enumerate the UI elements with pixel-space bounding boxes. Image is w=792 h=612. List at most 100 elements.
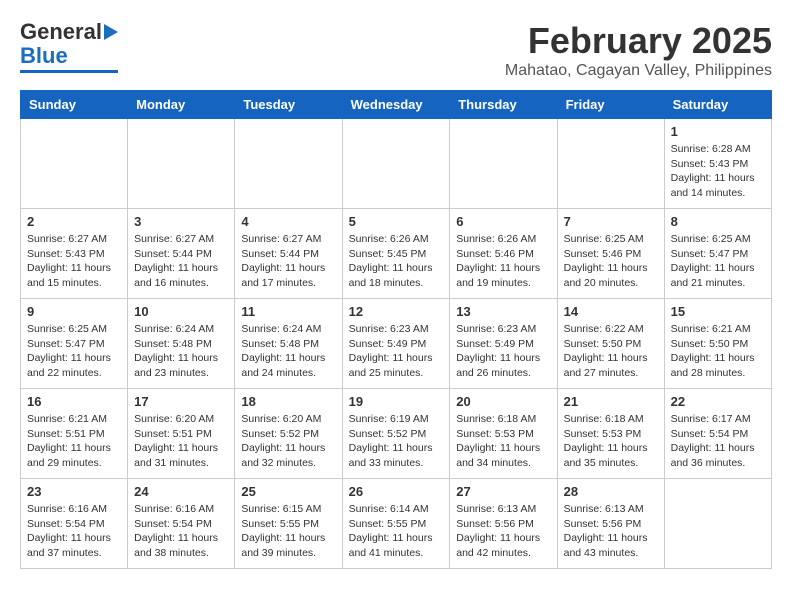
day-cell-14: 14Sunrise: 6:22 AM Sunset: 5:50 PM Dayli… (557, 299, 664, 389)
day-number: 5 (349, 214, 444, 229)
weekday-header-thursday: Thursday (450, 91, 557, 119)
day-info: Sunrise: 6:20 AM Sunset: 5:52 PM Dayligh… (241, 412, 335, 471)
weekday-header-tuesday: Tuesday (235, 91, 342, 119)
day-info: Sunrise: 6:24 AM Sunset: 5:48 PM Dayligh… (241, 322, 335, 381)
week-row-3: 9 Sunrise: 6:25 AM Sunset: 5:47 PM Daylig… (21, 299, 772, 389)
day-info: Sunrise: 6:28 AM Sunset: 5:43 PM Dayligh… (671, 142, 765, 201)
weekday-header-sunday: Sunday (21, 91, 128, 119)
empty-cell (450, 119, 557, 209)
day-info: Sunrise: 6:24 AM Sunset: 5:48 PM Dayligh… (134, 322, 228, 381)
day-number: 23 (27, 484, 121, 499)
day-info: Sunrise: 6:17 AM Sunset: 5:54 PM Dayligh… (671, 412, 765, 471)
day-info: Sunrise: 6:18 AM Sunset: 5:53 PM Dayligh… (564, 412, 658, 471)
day-number: 10 (134, 304, 228, 319)
day-info: Sunrise: 6:21 AM Sunset: 5:51 PM Dayligh… (27, 412, 121, 471)
day-number: 27 (456, 484, 550, 499)
day-cell-10: 10 Sunrise: 6:24 AM Sunset: 5:48 PM Dayli… (128, 299, 235, 389)
day-info: Sunrise: 6:25 AM Sunset: 5:47 PM Dayligh… (27, 322, 121, 381)
day-number: 26 (349, 484, 444, 499)
day-number: 25 (241, 484, 335, 499)
empty-cell (557, 119, 664, 209)
day-number: 9 (27, 304, 121, 319)
day-cell-12: 12Sunrise: 6:23 AM Sunset: 5:49 PM Dayli… (342, 299, 450, 389)
day-cell-11: 11 Sunrise: 6:24 AM Sunset: 5:48 PM Dayli… (235, 299, 342, 389)
title-section: February 2025 Mahatao, Cagayan Valley, P… (505, 20, 772, 80)
logo-general: General (20, 20, 102, 44)
calendar-subtitle: Mahatao, Cagayan Valley, Philippines (505, 62, 772, 80)
week-row-1: 1 Sunrise: 6:28 AM Sunset: 5:43 PM Daylig… (21, 119, 772, 209)
day-info: Sunrise: 6:27 AM Sunset: 5:44 PM Dayligh… (241, 232, 335, 291)
day-number: 28 (564, 484, 658, 499)
day-info: Sunrise: 6:20 AM Sunset: 5:51 PM Dayligh… (134, 412, 228, 471)
day-number: 19 (349, 394, 444, 409)
logo-blue: Blue (20, 44, 68, 68)
day-info: Sunrise: 6:21 AM Sunset: 5:50 PM Dayligh… (671, 322, 765, 381)
day-info: Sunrise: 6:27 AM Sunset: 5:44 PM Dayligh… (134, 232, 228, 291)
day-cell-5: 5 Sunrise: 6:26 AM Sunset: 5:45 PM Daylig… (342, 209, 450, 299)
day-cell-19: 19 Sunrise: 6:19 AM Sunset: 5:52 PM Dayli… (342, 389, 450, 479)
day-cell-24: 24 Sunrise: 6:16 AM Sunset: 5:54 PM Dayli… (128, 479, 235, 569)
day-info: Sunrise: 6:27 AM Sunset: 5:43 PM Dayligh… (27, 232, 121, 291)
day-cell-17: 17Sunrise: 6:20 AM Sunset: 5:51 PM Dayli… (128, 389, 235, 479)
day-number: 15 (671, 304, 765, 319)
day-number: 21 (564, 394, 658, 409)
empty-cell (235, 119, 342, 209)
day-number: 1 (671, 124, 765, 139)
day-info: Sunrise: 6:26 AM Sunset: 5:46 PM Dayligh… (456, 232, 550, 291)
day-cell-9: 9 Sunrise: 6:25 AM Sunset: 5:47 PM Daylig… (21, 299, 128, 389)
logo-underline (20, 70, 118, 73)
day-number: 14 (564, 304, 658, 319)
day-info: Sunrise: 6:25 AM Sunset: 5:46 PM Dayligh… (564, 232, 658, 291)
day-info: Sunrise: 6:14 AM Sunset: 5:55 PM Dayligh… (349, 502, 444, 561)
day-cell-25: 25 Sunrise: 6:15 AM Sunset: 5:55 PM Dayli… (235, 479, 342, 569)
day-cell-16: 16 Sunrise: 6:21 AM Sunset: 5:51 PM Dayli… (21, 389, 128, 479)
day-info: Sunrise: 6:19 AM Sunset: 5:52 PM Dayligh… (349, 412, 444, 471)
day-number: 18 (241, 394, 335, 409)
day-info: Sunrise: 6:26 AM Sunset: 5:45 PM Dayligh… (349, 232, 444, 291)
day-cell-27: 27 Sunrise: 6:13 AM Sunset: 5:56 PM Dayli… (450, 479, 557, 569)
day-number: 11 (241, 304, 335, 319)
day-number: 13 (456, 304, 550, 319)
day-info: Sunrise: 6:16 AM Sunset: 5:54 PM Dayligh… (134, 502, 228, 561)
day-info: Sunrise: 6:13 AM Sunset: 5:56 PM Dayligh… (564, 502, 658, 561)
day-cell-18: 18 Sunrise: 6:20 AM Sunset: 5:52 PM Dayli… (235, 389, 342, 479)
weekday-header-monday: Monday (128, 91, 235, 119)
day-cell-21: 21 Sunrise: 6:18 AM Sunset: 5:53 PM Dayli… (557, 389, 664, 479)
day-number: 4 (241, 214, 335, 229)
day-number: 24 (134, 484, 228, 499)
logo: General Blue (20, 20, 118, 73)
day-info: Sunrise: 6:13 AM Sunset: 5:56 PM Dayligh… (456, 502, 550, 561)
day-cell-15: 15 Sunrise: 6:21 AM Sunset: 5:50 PM Dayli… (664, 299, 771, 389)
day-cell-3: 3Sunrise: 6:27 AM Sunset: 5:44 PM Daylig… (128, 209, 235, 299)
empty-cell (21, 119, 128, 209)
header: General Blue February 2025 Mahatao, Caga… (20, 20, 772, 80)
weekday-header-saturday: Saturday (664, 91, 771, 119)
day-info: Sunrise: 6:15 AM Sunset: 5:55 PM Dayligh… (241, 502, 335, 561)
day-number: 20 (456, 394, 550, 409)
day-number: 8 (671, 214, 765, 229)
day-cell-26: 26 Sunrise: 6:14 AM Sunset: 5:55 PM Dayli… (342, 479, 450, 569)
day-number: 12 (349, 304, 444, 319)
day-info: Sunrise: 6:18 AM Sunset: 5:53 PM Dayligh… (456, 412, 550, 471)
day-number: 16 (27, 394, 121, 409)
day-cell-1: 1 Sunrise: 6:28 AM Sunset: 5:43 PM Daylig… (664, 119, 771, 209)
day-cell-4: 4 Sunrise: 6:27 AM Sunset: 5:44 PM Daylig… (235, 209, 342, 299)
day-number: 2 (27, 214, 121, 229)
day-number: 22 (671, 394, 765, 409)
day-cell-6: 6 Sunrise: 6:26 AM Sunset: 5:46 PM Daylig… (450, 209, 557, 299)
week-row-2: 2 Sunrise: 6:27 AM Sunset: 5:43 PM Daylig… (21, 209, 772, 299)
day-number: 6 (456, 214, 550, 229)
day-cell-8: 8 Sunrise: 6:25 AM Sunset: 5:47 PM Daylig… (664, 209, 771, 299)
calendar-table: SundayMondayTuesdayWednesdayThursdayFrid… (20, 90, 772, 569)
day-cell-23: 23Sunrise: 6:16 AM Sunset: 5:54 PM Dayli… (21, 479, 128, 569)
day-cell-2: 2 Sunrise: 6:27 AM Sunset: 5:43 PM Daylig… (21, 209, 128, 299)
day-info: Sunrise: 6:25 AM Sunset: 5:47 PM Dayligh… (671, 232, 765, 291)
calendar-title: February 2025 (505, 20, 772, 62)
day-cell-28: 28 Sunrise: 6:13 AM Sunset: 5:56 PM Dayli… (557, 479, 664, 569)
logo-arrow-icon (104, 24, 118, 40)
week-row-5: 23 Sunrise: 6:16 AM Sunset: 5:54 PM Dayli… (21, 479, 772, 569)
week-row-4: 16 Sunrise: 6:21 AM Sunset: 5:51 PM Dayli… (21, 389, 772, 479)
empty-cell (664, 479, 771, 569)
day-cell-13: 13Sunrise: 6:23 AM Sunset: 5:49 PM Dayli… (450, 299, 557, 389)
empty-cell (128, 119, 235, 209)
